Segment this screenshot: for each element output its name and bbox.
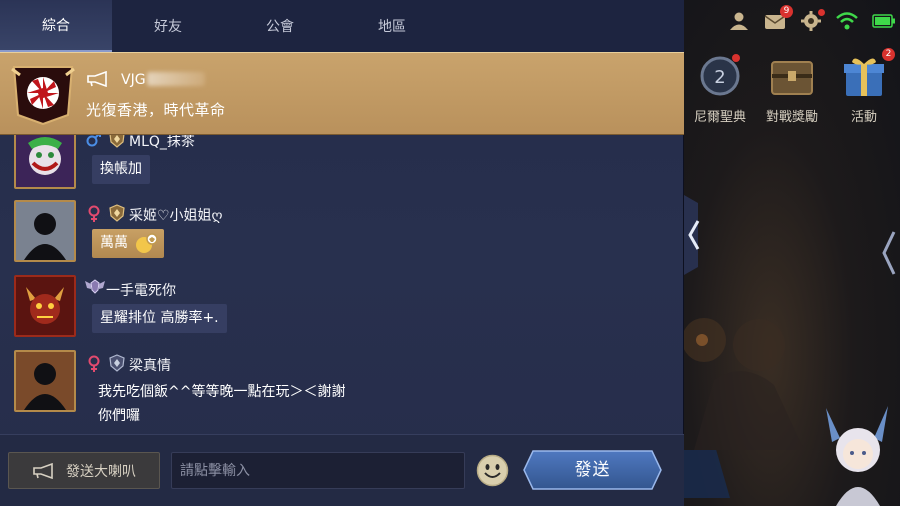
background-figure-art	[684, 318, 804, 450]
menu-label-battle-rewards: 對戰獎勵	[765, 110, 818, 125]
tab-region[interactable]: 地區	[336, 0, 448, 52]
status-bar: 9	[704, 5, 895, 34]
pinned-avatar[interactable]	[10, 65, 76, 126]
chat-message: 梁真情 我先吃個飯^^等等晚一點在玩＞＜謝謝 你們囉	[0, 342, 684, 434]
sender-name[interactable]: 梁真情	[129, 355, 171, 375]
message-text: 萬萬	[100, 235, 128, 251]
menu-item-battle-rewards[interactable]: 對戰獎勵	[759, 54, 825, 134]
mail-icon[interactable]: 9	[764, 5, 793, 31]
pinned-username-redacted	[147, 72, 205, 86]
message-line: 我先吃個飯^^等等晚一點在玩＞＜謝謝	[98, 384, 346, 400]
pinned-broadcast-message[interactable]: VJG 光復香港，時代革命	[0, 52, 684, 135]
message-bubble: 萬萬	[92, 229, 164, 258]
background-button-fragment	[684, 450, 730, 498]
user-avatar[interactable]	[14, 275, 76, 337]
rank-badge-icon	[108, 204, 126, 222]
chat-input-bar: 發送大喇叭 發送	[0, 434, 684, 506]
chat-tabs: 綜合 好友 公會 地區	[0, 0, 684, 52]
chat-panel: 綜合 好友 公會 地區 VJG 光復香港，時代革命 MLQ_抹茶 換帳加 采姬♡…	[0, 0, 684, 506]
sender-name[interactable]: 采姬♡小姐姐ღ	[129, 205, 223, 225]
message-list[interactable]: VJG 光復香港，時代革命 MLQ_抹茶 換帳加 采姬♡小姐姐ღ 萬萬 一手電死…	[0, 52, 684, 434]
settings-gear-icon[interactable]	[800, 9, 825, 31]
message-bubble: 換帳加	[92, 155, 150, 184]
battery-icon	[872, 11, 895, 31]
menu-item-codex[interactable]: 2 尼爾聖典	[687, 54, 753, 134]
female-icon	[86, 355, 102, 372]
game-background: 9 2 尼爾聖典 對戰獎勵 2 活動	[684, 0, 900, 506]
menu-label-events: 活動	[850, 110, 877, 125]
user-avatar[interactable]	[14, 127, 76, 189]
horn-icon	[33, 462, 53, 479]
chat-message-input[interactable]	[171, 452, 465, 489]
chat-message: 采姬♡小姐姐ღ 萬萬	[0, 192, 684, 267]
tab-guild[interactable]: 公會	[224, 0, 336, 52]
settings-dot	[818, 9, 825, 16]
pinned-message-text: 光復香港，時代革命	[86, 101, 226, 119]
character-portrait[interactable]	[818, 398, 896, 506]
chat-message: 一手電死你 星耀排位 高勝率+.	[0, 267, 684, 342]
message-bubble: 星耀排位 高勝率+.	[92, 304, 227, 333]
user-avatar[interactable]	[14, 350, 76, 412]
gift-icon: 2	[840, 48, 895, 100]
emoji-smiley-icon[interactable]	[476, 454, 509, 487]
menu-label-codex: 尼爾聖典	[693, 110, 746, 125]
friends-icon[interactable]	[728, 11, 750, 31]
collapse-chat-arrow-icon[interactable]	[684, 195, 708, 275]
chest-icon	[768, 54, 816, 100]
tab-friends[interactable]: 好友	[112, 0, 224, 52]
rank-wings-badge-icon	[84, 278, 106, 296]
mail-badge: 9	[780, 5, 793, 18]
female-icon	[86, 205, 102, 222]
horn-icon	[86, 70, 110, 88]
send-horn-label: 發送大喇叭	[66, 463, 136, 480]
message-text-multiline: 我先吃個飯^^等等晚一點在玩＞＜謝謝 你們囉	[98, 380, 345, 428]
events-badge: 2	[882, 48, 895, 61]
user-avatar[interactable]	[14, 200, 76, 262]
expand-right-arrow-icon[interactable]	[880, 228, 898, 278]
sender-name[interactable]: 一手電死你	[106, 280, 176, 300]
rank-badge-icon	[108, 354, 126, 372]
codex-dot	[732, 54, 740, 62]
tab-general[interactable]: 綜合	[0, 0, 112, 52]
menu-item-events[interactable]: 2 活動	[831, 48, 897, 134]
send-horn-button[interactable]: 發送大喇叭	[8, 452, 160, 489]
wifi-icon	[836, 11, 858, 31]
game-menu: 2 尼爾聖典 對戰獎勵 2 活動	[684, 48, 900, 134]
send-button[interactable]: 發送	[523, 450, 662, 490]
emoji-sticker-icon	[136, 233, 158, 253]
svg-text:2: 2	[714, 67, 725, 88]
send-button-label: 發送	[574, 460, 611, 480]
pinned-username[interactable]: VJG	[121, 72, 146, 88]
message-line: 你們囉	[98, 408, 140, 424]
codex-icon: 2	[696, 54, 744, 100]
